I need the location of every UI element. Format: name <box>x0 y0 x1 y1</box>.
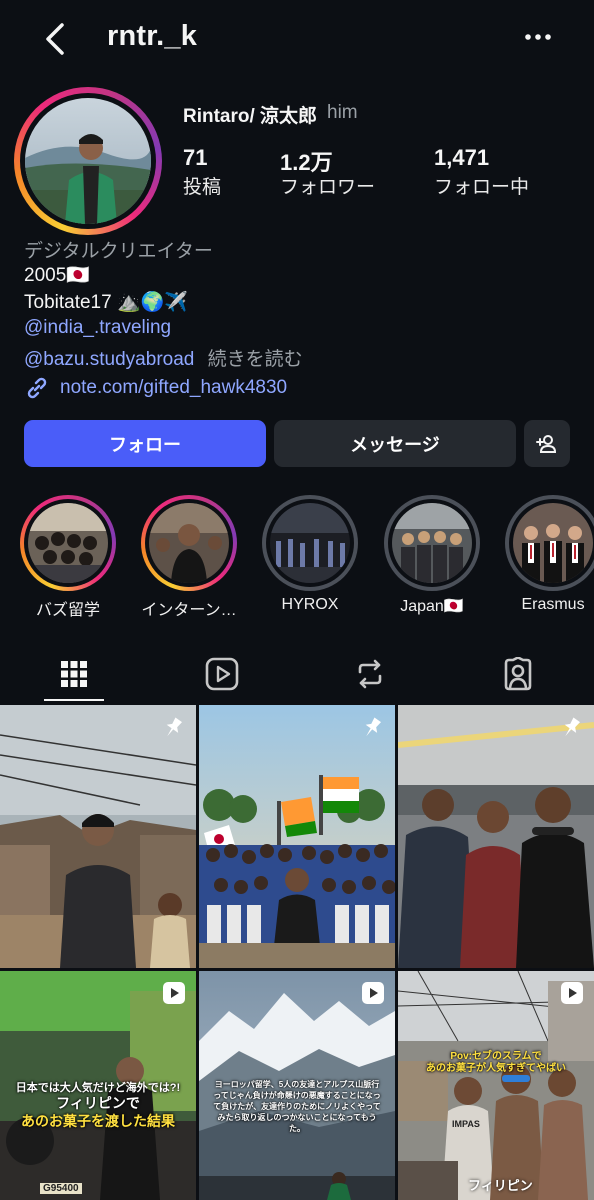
post-caption-label: フィリピン <box>468 1178 533 1193</box>
profile-link[interactable]: note.com/gifted_hawk4830 <box>24 375 287 401</box>
pin-icon <box>166 717 183 737</box>
follow-button[interactable]: フォロー <box>24 420 266 467</box>
bio-mention-india[interactable]: @india_.traveling <box>24 317 171 339</box>
post-thumbnail[interactable]: 日本では大人気だけど海外では?! フィリピンで あのお菓子を渡した結果 G954… <box>0 971 196 1200</box>
add-person-icon <box>536 434 557 453</box>
highlight-intern[interactable]: インターン… <box>141 495 237 619</box>
posts-grid: 日本では大人気だけど海外では?! フィリピンで あのお菓子を渡した結果 G954… <box>0 705 594 1200</box>
pronoun-label: him <box>327 102 358 123</box>
tab-reposts[interactable] <box>296 645 444 702</box>
profile-username: rntr._k <box>107 20 198 52</box>
following-label[interactable]: フォロー中 <box>434 172 529 199</box>
display-name: Rintaro/ 涼太郎 <box>183 106 318 127</box>
highlight-cover <box>270 503 350 583</box>
reel-icon <box>362 982 384 1004</box>
add-person-button[interactable] <box>524 420 570 467</box>
post-thumbnail[interactable]: Pov:セブのスラムで あのお菓子が人気すぎてやばい IMPAS フィリピン <box>398 971 594 1200</box>
top-bar: rntr._k <box>0 0 594 78</box>
highlight-japan[interactable]: Japan🇯🇵 <box>384 495 480 615</box>
highlight-cover <box>392 503 472 583</box>
link-icon <box>27 377 47 399</box>
more-dots-icon[interactable] <box>520 22 556 52</box>
highlight-label: HYROX <box>281 596 339 613</box>
content-tabs <box>0 645 594 702</box>
active-tab-indicator <box>44 699 104 701</box>
posts-label[interactable]: 投稿 <box>183 172 221 199</box>
highlight-label: インターン… <box>141 602 237 619</box>
bio-mention-bazu[interactable]: @bazu.studyabroad <box>24 349 194 370</box>
reels-icon <box>205 657 239 690</box>
post-thumbnail[interactable] <box>398 705 594 968</box>
tab-tagged[interactable] <box>444 645 592 702</box>
highlight-label: Erasmus <box>521 596 585 613</box>
pin-icon <box>365 717 382 737</box>
tab-reels[interactable] <box>148 645 296 702</box>
tab-posts-grid[interactable] <box>0 645 148 702</box>
highlight-cover <box>28 503 108 583</box>
read-more-link[interactable]: 続きを読む <box>208 349 303 370</box>
post-thumbnail[interactable] <box>0 705 196 968</box>
highlight-cover <box>513 503 593 583</box>
reel-icon <box>163 982 185 1004</box>
highlight-erasmus[interactable]: Erasmus <box>505 495 594 613</box>
highlight-hyrox[interactable]: HYROX <box>262 495 358 613</box>
following-count[interactable]: 1,471 <box>434 145 489 171</box>
post-overlay-text: あのお菓子が人気すぎてやばい <box>426 1063 566 1074</box>
pin-icon <box>564 717 581 737</box>
post-overlay-text: ヨーロッパ留学、5人の友達とアルプス山脈行ってじゃん負けが命懸けの悪魔することに… <box>213 1080 381 1133</box>
message-button[interactable]: メッセージ <box>274 420 516 467</box>
bio-line-2: Tobitate17 ⛰️🌍✈️ <box>24 292 188 313</box>
shirt-text: IMPAS <box>452 1119 480 1129</box>
highlight-label: バズ留学 <box>35 602 100 619</box>
chevron-left-icon[interactable] <box>40 20 74 58</box>
bio-category: デジタルクリエイター <box>24 241 213 262</box>
tagged-icon <box>504 656 532 690</box>
post-thumbnail[interactable]: ヨーロッパ留学、5人の友達とアルプス山脈行ってじゃん負けが命懸けの悪魔することに… <box>199 971 395 1200</box>
post-thumbnail[interactable] <box>199 705 395 968</box>
highlight-cover <box>149 503 229 583</box>
reel-icon <box>561 982 583 1004</box>
avatar-photo <box>25 98 151 224</box>
license-plate: G95400 <box>40 1183 82 1194</box>
highlight-bazu[interactable]: バズ留学 <box>20 495 116 619</box>
reposts-icon <box>358 659 382 688</box>
post-overlay-text: あのお菓子を渡した結果 <box>21 1113 175 1129</box>
followers-label[interactable]: フォロワー <box>280 172 375 199</box>
post-overlay-text: フィリピンで <box>56 1095 140 1111</box>
bio-line-1: 2005🇯🇵 <box>24 265 90 286</box>
profile-avatar[interactable] <box>14 87 162 235</box>
grid-icon <box>61 660 87 687</box>
highlight-label: Japan🇯🇵 <box>400 598 464 615</box>
profile-link-text[interactable]: note.com/gifted_hawk4830 <box>60 377 287 399</box>
posts-count[interactable]: 71 <box>183 145 207 171</box>
